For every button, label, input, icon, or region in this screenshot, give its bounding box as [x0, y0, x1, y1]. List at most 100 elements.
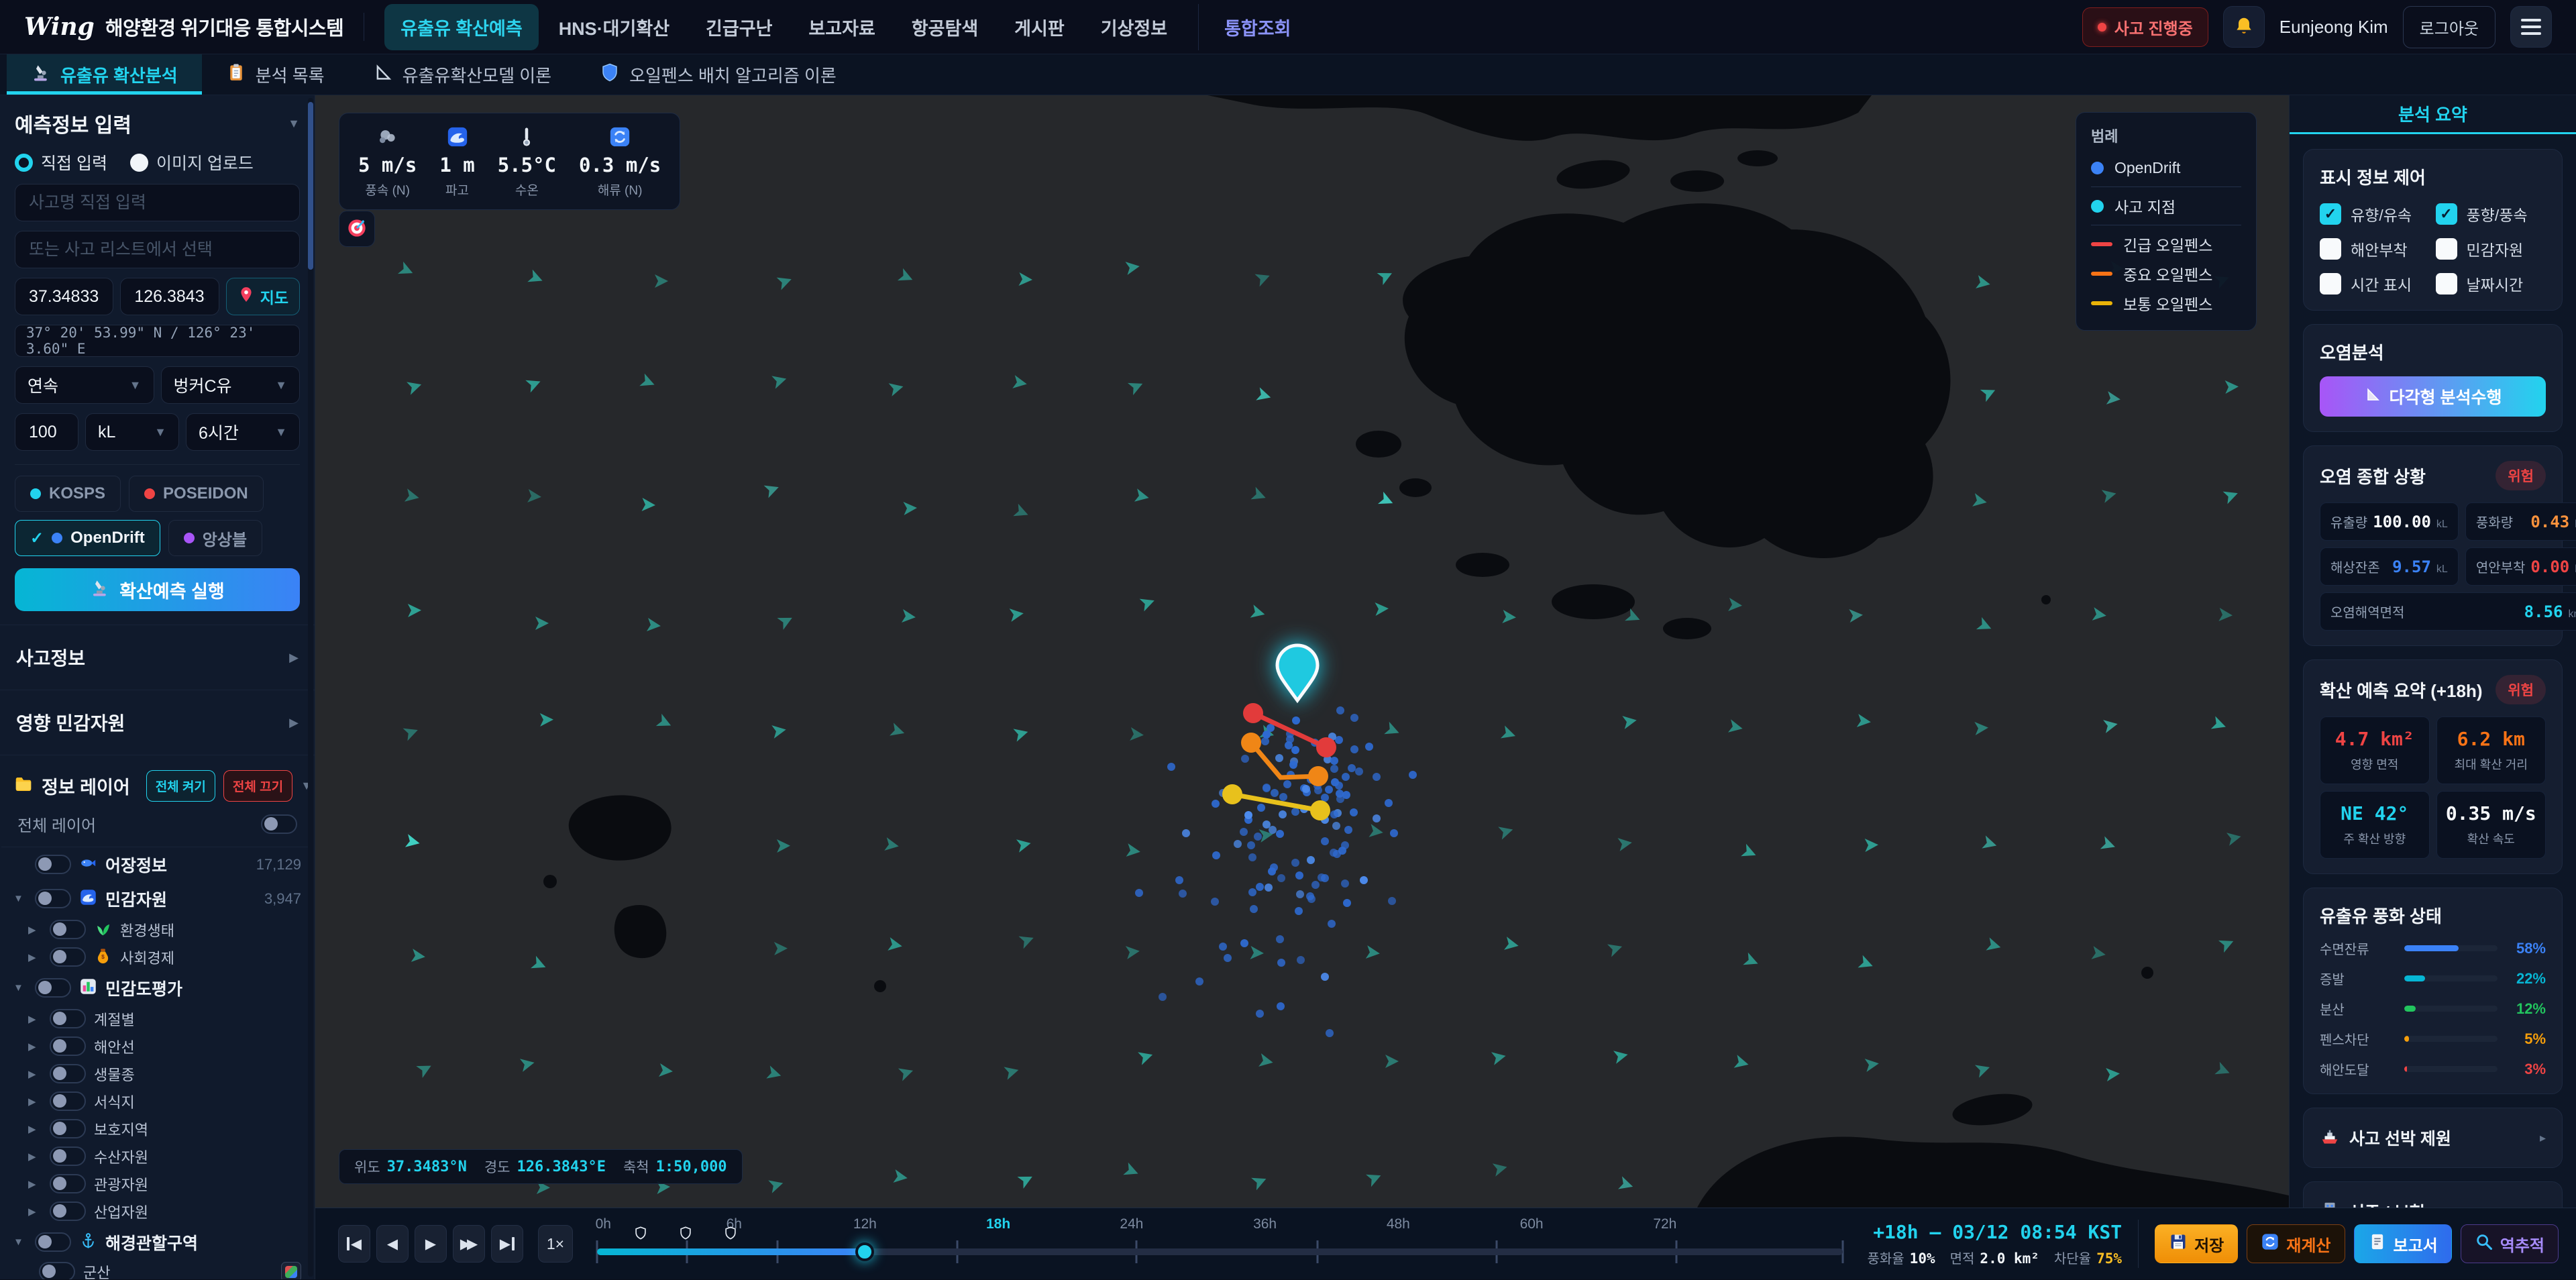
menu-item-2[interactable]: 긴급구난 [690, 4, 788, 50]
summary-card-1[interactable]: 선주 / 보험▸ [2303, 1181, 2563, 1208]
timeline-label-18h[interactable]: 18h [986, 1216, 1010, 1232]
layer-toggle[interactable] [39, 1262, 75, 1279]
menu-item-4[interactable]: 항공탐색 [896, 4, 994, 50]
chevron-right-icon[interactable]: ▶ [28, 1068, 42, 1080]
chevron-right-icon[interactable]: ▶ [28, 1013, 42, 1025]
layer-toggle[interactable] [50, 1036, 86, 1056]
역추적-button[interactable]: 역추적 [2461, 1224, 2559, 1263]
display-option-민감자원[interactable]: 민감자원 [2436, 237, 2546, 260]
layers-all-on-button[interactable]: 전체 켜기 [146, 770, 215, 802]
chevron-right-icon[interactable]: ▶ [28, 1206, 42, 1218]
layer-toggle[interactable] [50, 1064, 86, 1083]
scrollbar-thumb[interactable] [308, 102, 313, 270]
tab-1[interactable]: 분석 목록 [202, 54, 349, 95]
fast-forward-button[interactable]: ▶▶ [453, 1225, 485, 1263]
timeline-label-0h[interactable]: 0h [596, 1216, 611, 1232]
chevron-right-icon[interactable]: ▶ [28, 924, 42, 936]
timeline-label-60h[interactable]: 60h [1520, 1216, 1544, 1232]
저장-button[interactable]: 저장 [2155, 1224, 2238, 1263]
recenter-target-button[interactable] [339, 211, 375, 247]
menu-item-5[interactable]: 게시판 [998, 4, 1081, 50]
보고서-button[interactable]: 보고서 [2354, 1224, 2452, 1263]
incident-name-input[interactable] [28, 193, 287, 213]
model-chip-POSEIDON[interactable]: POSEIDON [129, 476, 264, 512]
menu-item-3[interactable]: 보고자료 [792, 4, 891, 50]
timeline-label-48h[interactable]: 48h [1387, 1216, 1410, 1232]
skip-start-button[interactable]: ◀ [338, 1225, 370, 1263]
model-chip-앙상블[interactable]: 앙상블 [168, 520, 262, 556]
menu-item-0[interactable]: 유출유 확산예측 [384, 4, 538, 50]
skip-end-button[interactable]: ▶ [491, 1225, 523, 1263]
map-canvas[interactable]: 5 m/s풍속 (N)1 m파고5.5°C수온0.3 m/s해류 (N) 범례 … [315, 95, 2289, 1208]
tab-2[interactable]: 유출유확산모델 이론 [349, 54, 576, 95]
layer-toggle[interactable] [35, 978, 71, 998]
timeline-label-36h[interactable]: 36h [1253, 1216, 1277, 1232]
checkbox-icon[interactable] [2320, 238, 2341, 260]
sidebar-section-0[interactable]: 사고정보▶ [0, 625, 315, 690]
tab-3[interactable]: 오일펜스 배치 알고리즘 이론 [576, 54, 861, 95]
prediction-input-header[interactable]: 예측정보 입력 ▼ [15, 109, 300, 138]
chevron-down-icon[interactable]: ▼ [13, 1236, 27, 1248]
radio-direct-input[interactable]: 직접 입력 [15, 150, 107, 174]
재계산-button[interactable]: 재계산 [2247, 1224, 2345, 1263]
tab-0[interactable]: 유출유 확산분석 [7, 54, 202, 95]
timeline-label-12h[interactable]: 12h [853, 1216, 877, 1232]
display-option-시간 표시[interactable]: 시간 표시 [2320, 272, 2430, 295]
checkbox-icon[interactable] [2436, 238, 2457, 260]
chevron-right-icon[interactable]: ▶ [28, 951, 42, 963]
timeline-thumb[interactable] [855, 1242, 874, 1261]
display-option-해안부착[interactable]: 해안부착 [2320, 237, 2430, 260]
layer-toggle[interactable] [50, 947, 86, 967]
layer-toggle[interactable] [50, 1009, 86, 1028]
menu-button[interactable] [2510, 6, 2552, 48]
fence-deploy-marker-icon[interactable] [678, 1226, 693, 1244]
checkbox-icon[interactable] [2436, 273, 2457, 295]
layer-toggle[interactable] [50, 1146, 86, 1166]
layer-toggle[interactable] [35, 855, 71, 874]
duration-select[interactable]: 6시간▼ [186, 413, 300, 451]
spill-type-select[interactable]: 연속▼ [15, 366, 154, 404]
oil-type-select[interactable]: 벙커C유▼ [161, 366, 301, 404]
step-back-button[interactable]: ◀ [376, 1225, 409, 1263]
unit-select[interactable]: kL▼ [85, 413, 179, 451]
menu-item-1[interactable]: HNS·대기확산 [543, 4, 686, 50]
layer-toggle[interactable] [50, 1202, 86, 1221]
layer-toggle[interactable] [50, 1091, 86, 1111]
menu-item-6[interactable]: 기상정보 [1085, 4, 1183, 50]
timeline-label-24h[interactable]: 24h [1120, 1216, 1143, 1232]
run-prediction-button[interactable]: 확산예측 실행 [15, 568, 300, 611]
display-option-풍향/풍속[interactable]: ✓풍향/풍속 [2436, 203, 2546, 225]
layers-all-off-button[interactable]: 전체 끄기 [223, 770, 292, 802]
display-option-날짜시간[interactable]: 날짜시간 [2436, 272, 2546, 295]
playback-speed-button[interactable]: 1× [538, 1225, 573, 1263]
layer-toggle[interactable] [50, 920, 86, 939]
chevron-right-icon[interactable]: ▶ [28, 1096, 42, 1108]
play-button[interactable]: ▶ [415, 1225, 447, 1263]
longitude-input[interactable] [133, 286, 206, 307]
sidebar-section-1[interactable]: 영향 민감자원▶ [0, 690, 315, 755]
layer-toggle[interactable] [50, 1174, 86, 1193]
chevron-down-icon[interactable]: ▼ [13, 982, 27, 994]
latitude-input[interactable] [28, 286, 101, 307]
chevron-down-icon[interactable]: ▼ [13, 893, 27, 904]
checkbox-checked-icon[interactable]: ✓ [2320, 203, 2341, 225]
radio-image-upload[interactable]: 이미지 업로드 [130, 150, 254, 174]
checkbox-icon[interactable] [2320, 273, 2341, 295]
pick-on-map-button[interactable]: 지도 [226, 278, 300, 315]
layer-toggle[interactable] [35, 889, 71, 908]
incident-list-input[interactable] [28, 239, 287, 260]
model-chip-KOSPS[interactable]: KOSPS [15, 476, 121, 512]
timeline-track[interactable]: 0h6h12h18h24h36h48h60h72h [597, 1208, 1843, 1280]
logout-button[interactable]: 로그아웃 [2403, 6, 2496, 48]
fence-deploy-marker-icon[interactable] [723, 1226, 738, 1244]
menu-item-7[interactable]: 통합조회 [1198, 4, 1307, 50]
master-layer-toggle[interactable] [261, 814, 297, 834]
chevron-right-icon[interactable]: ▶ [28, 1178, 42, 1190]
timeline-label-72h[interactable]: 72h [1653, 1216, 1676, 1232]
polygon-analysis-button[interactable]: 다각형 분석수행 [2320, 376, 2546, 417]
chevron-right-icon[interactable]: ▶ [28, 1041, 42, 1053]
amount-input[interactable] [28, 422, 66, 443]
chevron-right-icon[interactable]: ▶ [28, 1151, 42, 1163]
model-chip-OpenDrift[interactable]: ✓OpenDrift [15, 520, 160, 556]
summary-card-0[interactable]: 사고 선박 제원▸ [2303, 1108, 2563, 1168]
